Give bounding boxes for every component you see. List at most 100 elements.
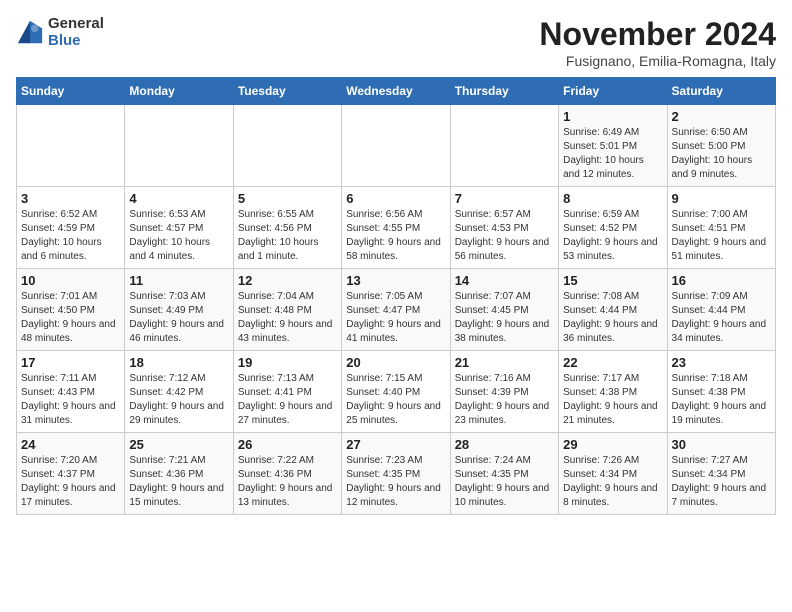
day-info: Sunrise: 6:52 AM Sunset: 4:59 PM Dayligh… — [21, 208, 120, 264]
calendar-cell — [17, 105, 125, 187]
logo-blue-text: Blue — [48, 33, 104, 50]
day-info: Sunrise: 7:11 AM Sunset: 4:43 PM Dayligh… — [21, 372, 120, 428]
day-info: Sunrise: 7:18 AM Sunset: 4:38 PM Dayligh… — [672, 372, 771, 428]
day-number: 29 — [563, 437, 662, 452]
day-info: Sunrise: 7:08 AM Sunset: 4:44 PM Dayligh… — [563, 290, 662, 346]
day-number: 7 — [455, 191, 554, 206]
logo: General Blue — [16, 16, 104, 49]
day-info: Sunrise: 7:20 AM Sunset: 4:37 PM Dayligh… — [21, 454, 120, 510]
calendar-cell: 8 Sunrise: 6:59 AM Sunset: 4:52 PM Daylig… — [559, 187, 667, 269]
day-number: 24 — [21, 437, 120, 452]
day-number: 21 — [455, 355, 554, 370]
calendar-cell: 12Sunrise: 7:04 AM Sunset: 4:48 PM Dayli… — [233, 269, 341, 351]
col-thursday: Thursday — [450, 78, 558, 105]
logo-text: General Blue — [48, 16, 104, 49]
day-number: 11 — [129, 273, 228, 288]
day-number: 30 — [672, 437, 771, 452]
calendar-cell: 4 Sunrise: 6:53 AM Sunset: 4:57 PM Daylig… — [125, 187, 233, 269]
month-title: November 2024 — [539, 16, 776, 53]
calendar-body: 1 Sunrise: 6:49 AM Sunset: 5:01 PM Daylig… — [17, 105, 776, 515]
calendar-week-row: 10 Sunrise: 7:01 AM Sunset: 4:50 PM Dayli… — [17, 269, 776, 351]
calendar-cell: 19Sunrise: 7:13 AM Sunset: 4:41 PM Dayli… — [233, 351, 341, 433]
day-info: Sunrise: 7:00 AM Sunset: 4:51 PM Dayligh… — [672, 208, 771, 264]
calendar-table: Sunday Monday Tuesday Wednesday Thursday… — [16, 77, 776, 515]
day-info: Sunrise: 6:53 AM Sunset: 4:57 PM Dayligh… — [129, 208, 228, 264]
day-info: Sunrise: 7:05 AM Sunset: 4:47 PM Dayligh… — [346, 290, 445, 346]
calendar-cell: 25 Sunrise: 7:21 AM Sunset: 4:36 PM Dayli… — [125, 433, 233, 515]
calendar-cell: 20Sunrise: 7:15 AM Sunset: 4:40 PM Dayli… — [342, 351, 450, 433]
day-number: 4 — [129, 191, 228, 206]
col-sunday: Sunday — [17, 78, 125, 105]
day-info: Sunrise: 7:23 AM Sunset: 4:35 PM Dayligh… — [346, 454, 445, 510]
logo-general-text: General — [48, 16, 104, 33]
day-number: 2 — [672, 109, 771, 124]
day-info: Sunrise: 7:13 AM Sunset: 4:41 PM Dayligh… — [238, 372, 337, 428]
calendar-cell: 27Sunrise: 7:23 AM Sunset: 4:35 PM Dayli… — [342, 433, 450, 515]
calendar-cell: 14 Sunrise: 7:07 AM Sunset: 4:45 PM Dayli… — [450, 269, 558, 351]
day-number: 14 — [455, 273, 554, 288]
day-info: Sunrise: 6:57 AM Sunset: 4:53 PM Dayligh… — [455, 208, 554, 264]
day-info: Sunrise: 7:26 AM Sunset: 4:34 PM Dayligh… — [563, 454, 662, 510]
day-number: 12 — [238, 273, 337, 288]
day-info: Sunrise: 7:07 AM Sunset: 4:45 PM Dayligh… — [455, 290, 554, 346]
title-area: November 2024 Fusignano, Emilia-Romagna,… — [539, 16, 776, 69]
calendar-cell — [125, 105, 233, 187]
col-wednesday: Wednesday — [342, 78, 450, 105]
calendar-cell: 18Sunrise: 7:12 AM Sunset: 4:42 PM Dayli… — [125, 351, 233, 433]
calendar-cell: 29 Sunrise: 7:26 AM Sunset: 4:34 PM Dayli… — [559, 433, 667, 515]
day-info: Sunrise: 7:27 AM Sunset: 4:34 PM Dayligh… — [672, 454, 771, 510]
calendar-week-row: 1 Sunrise: 6:49 AM Sunset: 5:01 PM Daylig… — [17, 105, 776, 187]
day-number: 3 — [21, 191, 120, 206]
calendar-cell: 30 Sunrise: 7:27 AM Sunset: 4:34 PM Dayli… — [667, 433, 775, 515]
calendar-cell — [233, 105, 341, 187]
day-number: 20 — [346, 355, 445, 370]
day-info: Sunrise: 7:03 AM Sunset: 4:49 PM Dayligh… — [129, 290, 228, 346]
calendar-cell: 23 Sunrise: 7:18 AM Sunset: 4:38 PM Dayli… — [667, 351, 775, 433]
col-friday: Friday — [559, 78, 667, 105]
calendar-cell — [342, 105, 450, 187]
day-number: 17 — [21, 355, 120, 370]
col-saturday: Saturday — [667, 78, 775, 105]
calendar-header: Sunday Monday Tuesday Wednesday Thursday… — [17, 78, 776, 105]
day-info: Sunrise: 7:12 AM Sunset: 4:42 PM Dayligh… — [129, 372, 228, 428]
calendar-cell: 5Sunrise: 6:55 AM Sunset: 4:56 PM Daylig… — [233, 187, 341, 269]
header: General Blue November 2024 Fusignano, Em… — [16, 16, 776, 69]
day-number: 10 — [21, 273, 120, 288]
col-monday: Monday — [125, 78, 233, 105]
calendar-week-row: 3 Sunrise: 6:52 AM Sunset: 4:59 PM Daylig… — [17, 187, 776, 269]
day-number: 26 — [238, 437, 337, 452]
day-number: 25 — [129, 437, 228, 452]
day-number: 23 — [672, 355, 771, 370]
calendar-cell: 2 Sunrise: 6:50 AM Sunset: 5:00 PM Daylig… — [667, 105, 775, 187]
day-info: Sunrise: 6:55 AM Sunset: 4:56 PM Dayligh… — [238, 208, 337, 264]
calendar-cell: 21 Sunrise: 7:16 AM Sunset: 4:39 PM Dayli… — [450, 351, 558, 433]
day-info: Sunrise: 7:01 AM Sunset: 4:50 PM Dayligh… — [21, 290, 120, 346]
day-info: Sunrise: 7:24 AM Sunset: 4:35 PM Dayligh… — [455, 454, 554, 510]
col-tuesday: Tuesday — [233, 78, 341, 105]
day-number: 8 — [563, 191, 662, 206]
calendar-cell: 11 Sunrise: 7:03 AM Sunset: 4:49 PM Dayli… — [125, 269, 233, 351]
calendar-cell: 6Sunrise: 6:56 AM Sunset: 4:55 PM Daylig… — [342, 187, 450, 269]
calendar-cell: 1 Sunrise: 6:49 AM Sunset: 5:01 PM Daylig… — [559, 105, 667, 187]
day-info: Sunrise: 7:17 AM Sunset: 4:38 PM Dayligh… — [563, 372, 662, 428]
calendar-cell: 22 Sunrise: 7:17 AM Sunset: 4:38 PM Dayli… — [559, 351, 667, 433]
calendar-cell: 7 Sunrise: 6:57 AM Sunset: 4:53 PM Daylig… — [450, 187, 558, 269]
day-info: Sunrise: 7:22 AM Sunset: 4:36 PM Dayligh… — [238, 454, 337, 510]
calendar-cell: 15 Sunrise: 7:08 AM Sunset: 4:44 PM Dayli… — [559, 269, 667, 351]
day-number: 22 — [563, 355, 662, 370]
day-info: Sunrise: 6:50 AM Sunset: 5:00 PM Dayligh… — [672, 126, 771, 182]
day-number: 15 — [563, 273, 662, 288]
day-info: Sunrise: 6:49 AM Sunset: 5:01 PM Dayligh… — [563, 126, 662, 182]
day-info: Sunrise: 7:16 AM Sunset: 4:39 PM Dayligh… — [455, 372, 554, 428]
day-number: 9 — [672, 191, 771, 206]
calendar-cell: 10 Sunrise: 7:01 AM Sunset: 4:50 PM Dayli… — [17, 269, 125, 351]
calendar-cell: 24 Sunrise: 7:20 AM Sunset: 4:37 PM Dayli… — [17, 433, 125, 515]
logo-icon — [16, 19, 44, 47]
day-number: 28 — [455, 437, 554, 452]
calendar-week-row: 17 Sunrise: 7:11 AM Sunset: 4:43 PM Dayli… — [17, 351, 776, 433]
day-info: Sunrise: 7:21 AM Sunset: 4:36 PM Dayligh… — [129, 454, 228, 510]
day-info: Sunrise: 6:59 AM Sunset: 4:52 PM Dayligh… — [563, 208, 662, 264]
calendar-cell: 17 Sunrise: 7:11 AM Sunset: 4:43 PM Dayli… — [17, 351, 125, 433]
day-number: 1 — [563, 109, 662, 124]
calendar-cell: 3 Sunrise: 6:52 AM Sunset: 4:59 PM Daylig… — [17, 187, 125, 269]
